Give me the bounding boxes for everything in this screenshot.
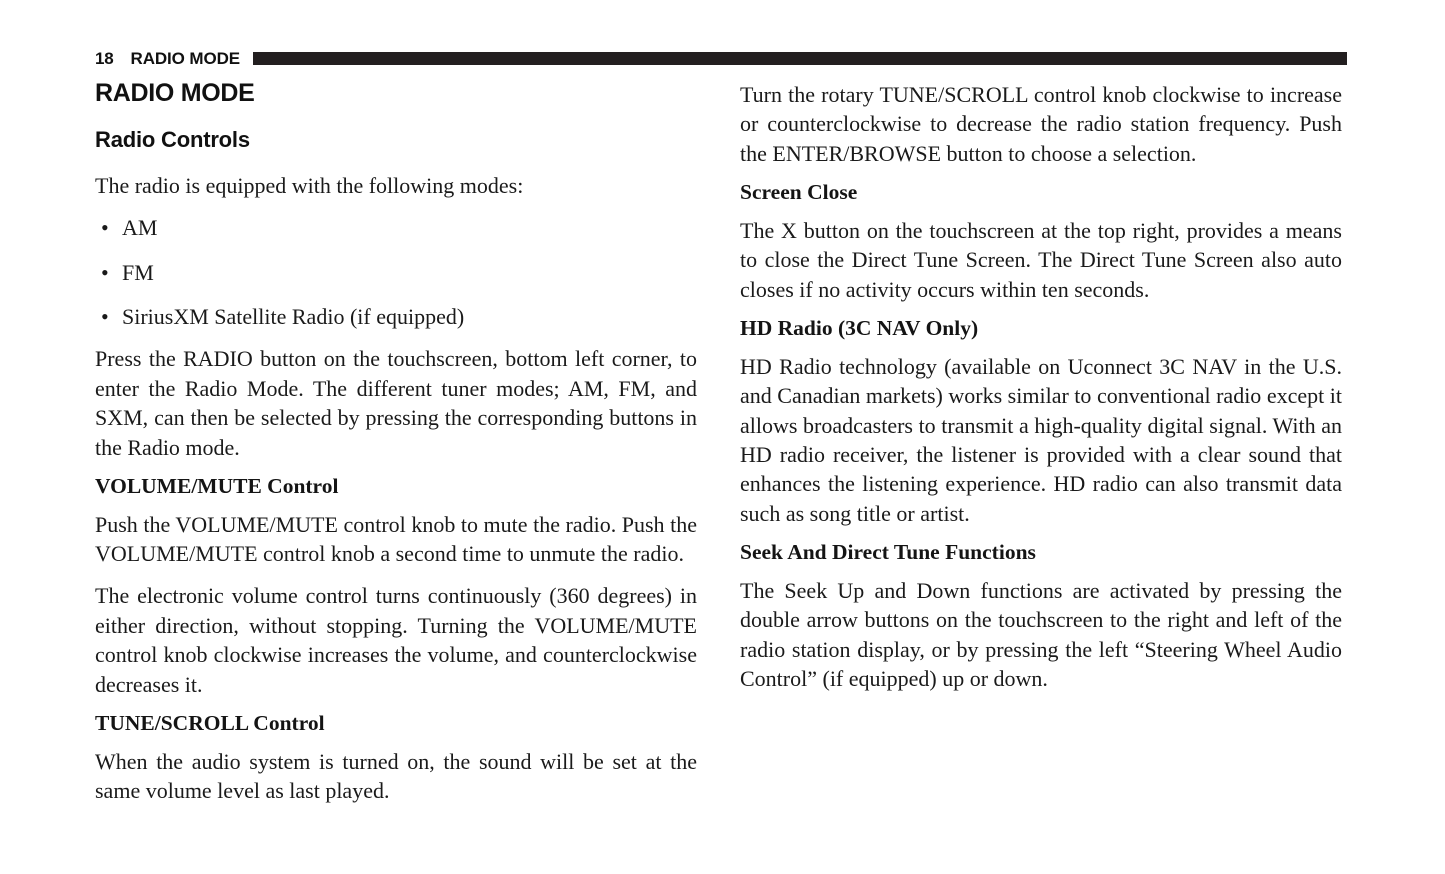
page-number: 18: [95, 48, 114, 68]
subheading-volume-mute-control: VOLUME/MUTE Control: [95, 474, 339, 498]
radio-mode-paragraph: Press the RADIO button on the touchscree…: [95, 346, 697, 460]
subheading-tune-scroll-control: TUNE/SCROLL Control: [95, 711, 325, 736]
subheading-screen-close: Screen Close: [740, 180, 858, 205]
bullet-icon: •: [101, 215, 109, 241]
hd-radio-paragraph: HD Radio technology (available on Uconne…: [740, 353, 1342, 526]
list-item-label: SiriusXM Satellite Radio (if equipped): [122, 303, 465, 329]
list-item-label: AM: [122, 215, 158, 241]
page-running-header: 18 RADIO MODE: [95, 46, 1347, 70]
list-item-label: FM: [122, 259, 154, 285]
list-item: • SiriusXM Satellite Radio (if equipped): [95, 302, 697, 331]
subheading-seek-and-direct-tune-functions: Seek And Direct Tune Functions: [740, 540, 1036, 565]
running-head-title: RADIO MODE: [130, 48, 241, 68]
volume-mute-paragraph-1: Push the VOLUME/MUTE control knob to mut…: [95, 511, 697, 567]
bullet-icon: •: [101, 303, 109, 329]
list-item: • AM: [95, 213, 697, 242]
section-heading-radio-controls: Radio Controls: [95, 127, 250, 152]
bullet-icon: •: [101, 259, 109, 285]
screen-close-paragraph: The X button on the touchscreen at the t…: [740, 217, 1342, 302]
right-column: Turn the rotary TUNE/SCROLL control knob…: [740, 80, 1342, 693]
page-title: RADIO MODE: [95, 79, 255, 107]
tune-scroll-continued-paragraph: Turn the rotary TUNE/SCROLL control knob…: [740, 82, 1342, 166]
subheading-hd-radio: HD Radio (3C NAV Only): [740, 316, 979, 341]
header-rule-bar: [253, 52, 1347, 65]
intro-paragraph: The radio is equipped with the following…: [95, 172, 524, 198]
seek-paragraph: The Seek Up and Down functions are activ…: [740, 577, 1342, 692]
volume-mute-paragraph-2: The electronic volume control turns cont…: [95, 583, 697, 697]
left-column: RADIO MODE Radio Controls The radio is e…: [95, 80, 697, 806]
tune-scroll-paragraph: When the audio system is turned on, the …: [95, 748, 697, 804]
list-item: • FM: [95, 258, 697, 287]
radio-modes-list: • AM • FM • SiriusXM Satellite Radio (if…: [95, 213, 697, 331]
